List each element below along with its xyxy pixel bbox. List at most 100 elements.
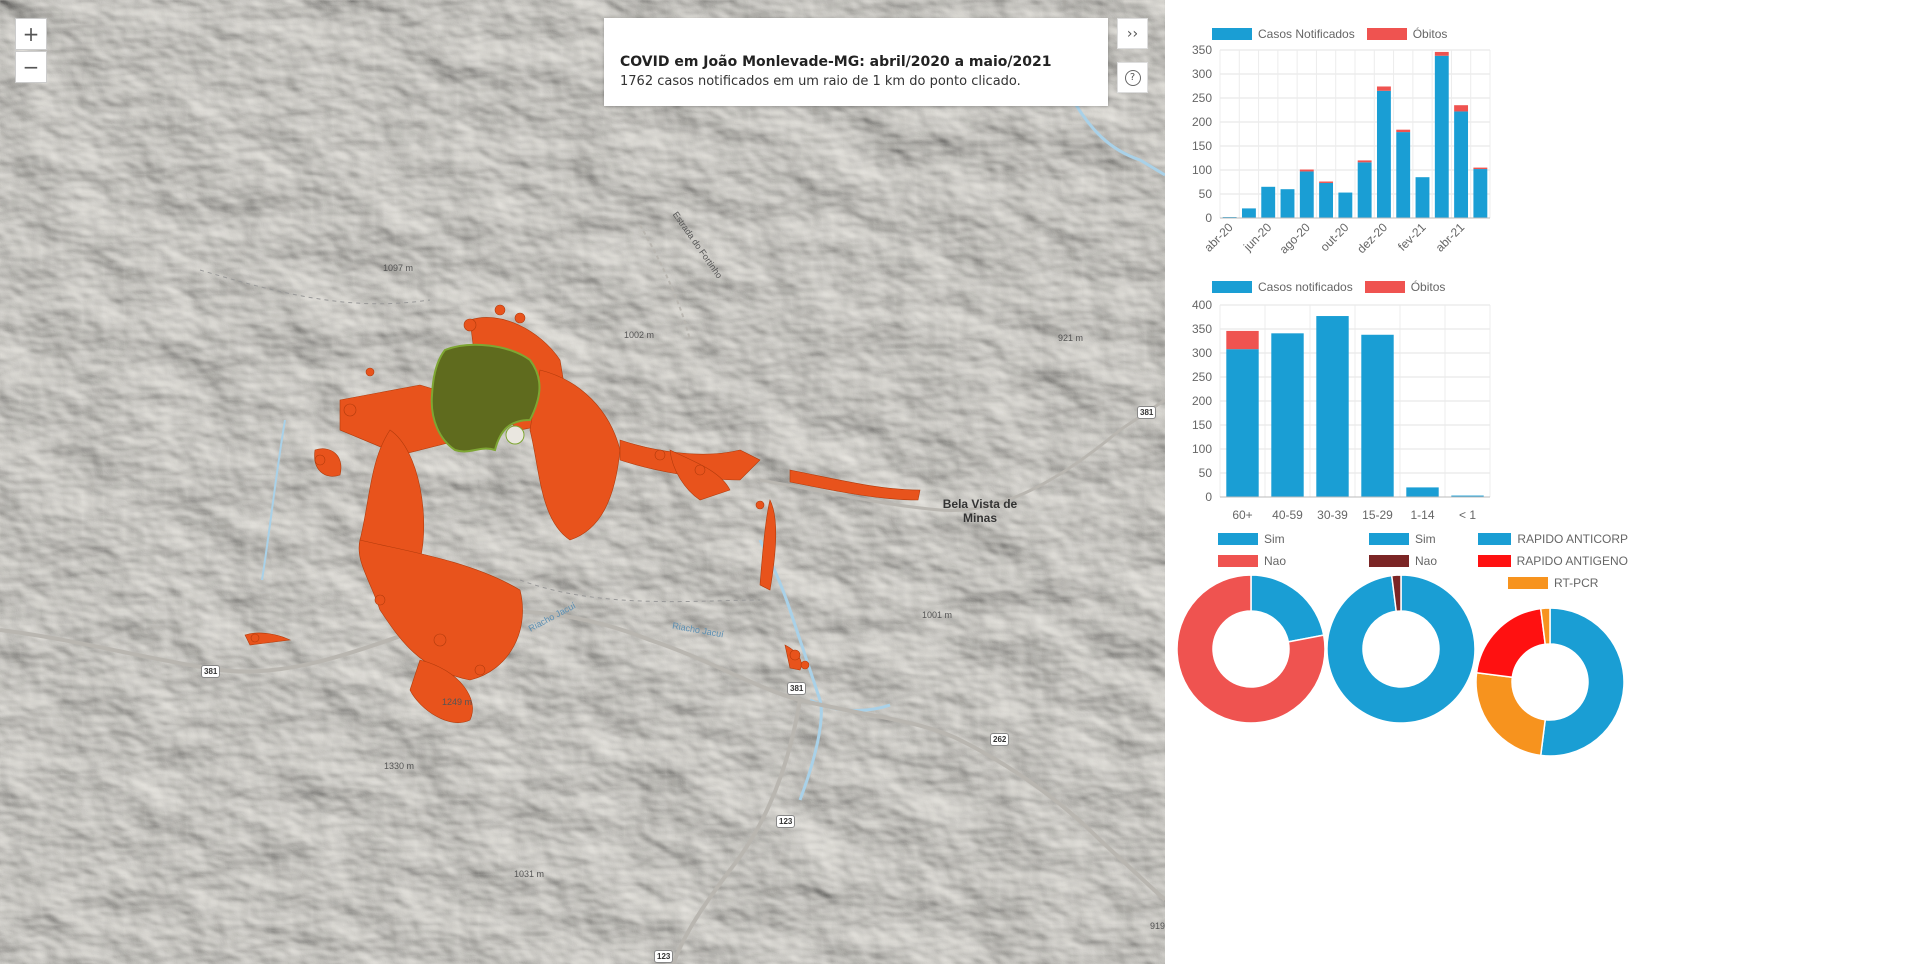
- x-tick-label: out-20: [1318, 220, 1352, 254]
- legend-swatch: [1369, 533, 1409, 545]
- x-tick-label: 15-29: [1362, 508, 1393, 522]
- y-tick-label: 250: [1192, 370, 1212, 384]
- highway-shield: 381: [201, 665, 221, 678]
- legend-swatch: [1478, 555, 1511, 567]
- legend-label: Casos Notificados: [1258, 27, 1355, 41]
- legend-swatch: [1369, 555, 1409, 567]
- x-tick-label: 30-39: [1317, 508, 1348, 522]
- bar: [1473, 169, 1488, 218]
- legend-swatch: [1212, 281, 1252, 293]
- highway-shield: 381: [1137, 406, 1157, 419]
- highway-shield: 123: [776, 815, 796, 828]
- bar: [1434, 55, 1449, 218]
- y-tick-label: 300: [1192, 346, 1212, 360]
- legend-swatch: [1478, 533, 1512, 545]
- x-tick-label: 1-14: [1410, 508, 1434, 522]
- bar: [1357, 162, 1372, 218]
- x-tick-label: 40-59: [1272, 508, 1303, 522]
- chart-legend: Casos notificados Óbitos: [1212, 280, 1445, 294]
- bar: [1473, 167, 1488, 170]
- bar: [1434, 51, 1449, 56]
- bar: [1454, 105, 1469, 112]
- donut-chart-3: [1475, 608, 1624, 757]
- y-tick-label: 350: [1192, 322, 1212, 336]
- bar: [1406, 487, 1439, 497]
- info-title: COVID em João Monlevade-MG: abril/2020 a…: [620, 54, 1052, 70]
- donut-slice: [1475, 608, 1547, 679]
- y-tick-label: 250: [1192, 91, 1212, 105]
- bar: [1361, 334, 1394, 497]
- terrain-basemap: [0, 0, 1165, 964]
- info-panel: COVID em João Monlevade-MG: abril/2020 a…: [604, 18, 1108, 106]
- y-tick-label: 200: [1192, 394, 1212, 408]
- question-icon: ?: [1124, 69, 1141, 86]
- help-button[interactable]: ?: [1117, 62, 1148, 93]
- chart-legend: RAPIDO ANTIGENO: [1478, 554, 1628, 568]
- elevation-label: 1001 m: [922, 610, 953, 620]
- legend-label: Sim: [1264, 532, 1285, 546]
- dashboard: 1097 m 1002 m 921 m 1001 m 1249 m 1330 m…: [0, 0, 1918, 964]
- bar: [1271, 333, 1304, 497]
- y-tick-label: 50: [1199, 466, 1213, 480]
- legend-label: Óbitos: [1410, 280, 1446, 294]
- chart-legend: Nao: [1218, 554, 1286, 568]
- y-tick-label: 0: [1205, 211, 1212, 225]
- x-tick-label: abr-20: [1201, 220, 1236, 255]
- y-tick-label: 200: [1192, 115, 1212, 129]
- bar: [1396, 129, 1411, 133]
- donut-slice: [1250, 574, 1325, 643]
- legend-swatch: [1508, 577, 1548, 589]
- expand-panel-button[interactable]: ››: [1117, 18, 1148, 49]
- bar: [1376, 86, 1391, 91]
- zoom-in-button[interactable]: +: [15, 18, 47, 50]
- bar: [1299, 171, 1314, 218]
- town-label: Bela Vista de Minas: [942, 497, 1018, 525]
- y-tick-label: 0: [1205, 490, 1212, 504]
- elevation-label: 1330 m: [384, 761, 415, 771]
- bar: [1454, 111, 1469, 218]
- chart-legend: RAPIDO ANTICORP: [1478, 532, 1628, 546]
- bar: [1357, 160, 1372, 163]
- legend-swatch: [1218, 555, 1258, 567]
- bar: [1226, 330, 1259, 350]
- donut-slice: [1539, 608, 1624, 757]
- elevation-label: 1249 m: [442, 697, 473, 707]
- legend-label: RAPIDO ANTIGENO: [1516, 554, 1628, 568]
- age-group-chart: 0 50 100 150 200 250 300 350 400 60+ 40-59 30-39 15-…: [1192, 298, 1491, 522]
- elevation-label: 921 m: [1058, 333, 1084, 343]
- chart-legend: RT-PCR: [1508, 576, 1598, 590]
- chart-legend: Sim: [1369, 532, 1436, 546]
- x-tick-label: < 1: [1459, 508, 1476, 522]
- legend-swatch: [1364, 281, 1405, 293]
- elevation-label: 1031 m: [514, 869, 545, 879]
- chart-legend: Nao: [1369, 554, 1437, 568]
- y-tick-label: 150: [1192, 418, 1212, 432]
- legend-label: Nao: [1415, 554, 1438, 568]
- bar: [1319, 182, 1334, 218]
- y-tick-label: 150: [1192, 139, 1212, 153]
- monthly-cases-chart: 0 50 100 150 200 250 300 350 abr-20 jun-20 ago-20 o…: [1192, 43, 1491, 257]
- bar: [1338, 192, 1353, 218]
- legend-swatch: [1212, 28, 1252, 40]
- legend-label: Casos notificados: [1258, 280, 1353, 294]
- y-tick-label: 100: [1192, 442, 1212, 456]
- chart-legend: Casos Notificados Óbitos: [1212, 27, 1447, 41]
- info-subtitle: 1762 casos notificados em um raio de 1 k…: [620, 74, 1021, 89]
- y-tick-label: 300: [1192, 67, 1212, 81]
- bar: [1396, 132, 1411, 218]
- zoom-out-button[interactable]: −: [15, 51, 47, 83]
- bar: [1415, 177, 1430, 218]
- x-tick-label: fev-21: [1395, 220, 1429, 254]
- bar: [1261, 186, 1276, 218]
- x-tick-label: ago-20: [1277, 220, 1314, 257]
- bar: [1316, 316, 1349, 497]
- map-view[interactable]: 1097 m 1002 m 921 m 1001 m 1249 m 1330 m…: [0, 0, 1165, 964]
- y-tick-label: 350: [1192, 43, 1212, 57]
- y-tick-label: 50: [1199, 187, 1213, 201]
- donut-slice: [1475, 671, 1547, 757]
- x-tick-label: abr-21: [1433, 220, 1468, 255]
- legend-label: RAPIDO ANTICORP: [1517, 532, 1628, 546]
- x-tick-label: jun-20: [1240, 220, 1274, 254]
- bar: [1280, 189, 1295, 218]
- bar: [1241, 208, 1256, 218]
